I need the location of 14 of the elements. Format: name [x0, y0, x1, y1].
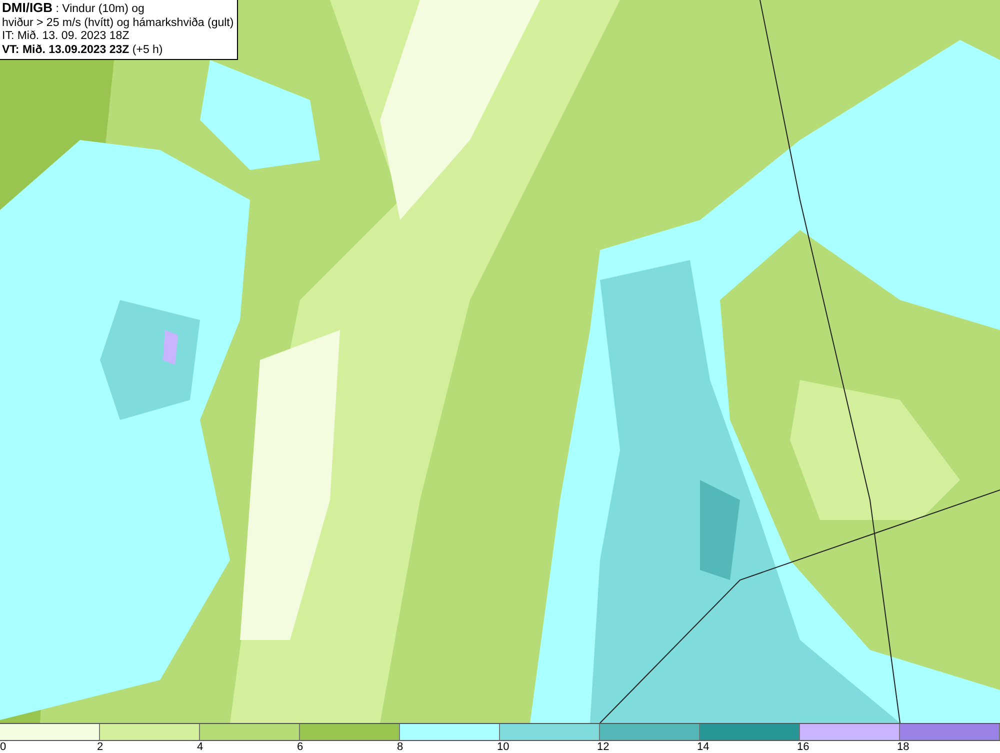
scale-tick-label: 12: [597, 741, 610, 753]
scale-tick-label: 14: [697, 741, 710, 753]
title-line: hviður > 25 m/s (hvítt) og hámarkshviða (gult): [2, 16, 234, 30]
scale-tick-label: 6: [297, 741, 304, 753]
scale-tick-label: 4: [197, 741, 204, 753]
title-line: IT: Mið. 13. 09. 2023 18Z: [2, 30, 130, 44]
scale-tick-label: 16: [797, 741, 810, 753]
title-line: DMI/IGB : Vindur (10m) og: [2, 1, 146, 16]
scale-tick-label: 8: [397, 741, 404, 753]
scale-tick-label: 18: [897, 741, 910, 753]
scale-tick-label: 10: [497, 741, 510, 753]
title-line: VT: Mið. 13.09.2023 23Z (+5 h): [2, 44, 164, 57]
scale-tick-label: 2: [97, 741, 104, 753]
scale-tick-label: 0: [0, 741, 6, 753]
